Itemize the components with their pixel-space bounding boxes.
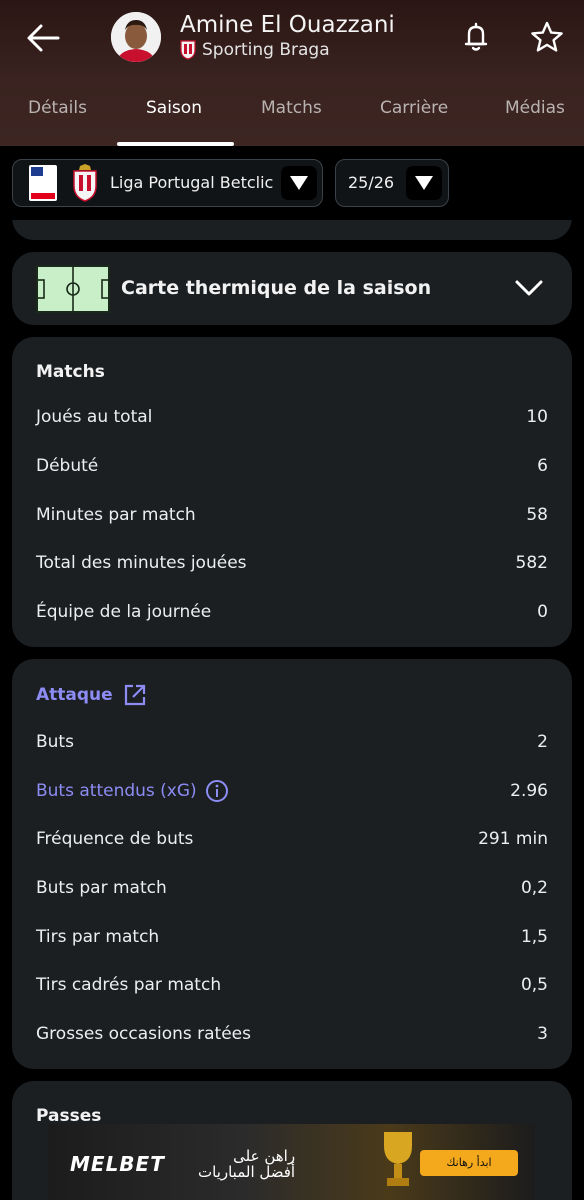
stat-value: 2.96 <box>510 781 548 801</box>
stat-value: 58 <box>526 505 548 525</box>
caret-down-icon <box>290 176 308 190</box>
passes-section-title: Passes <box>36 1106 102 1126</box>
ad-line-2: أفضل المباريات <box>198 1163 296 1181</box>
stat-label: Débuté <box>36 456 99 476</box>
pitch-icon <box>36 265 110 313</box>
stat-value: 3 <box>537 1024 548 1044</box>
attaque-card: Attaque Buts 2 Buts attendus (xG) 2.96 F… <box>12 659 572 1069</box>
heatmap-title: Carte thermique de la saison <box>121 277 432 299</box>
player-avatar <box>111 12 161 62</box>
ad-brand: MELBET <box>70 1152 165 1176</box>
club-row[interactable]: Sporting Braga <box>180 40 330 60</box>
stat-label: Équipe de la journée <box>36 602 212 622</box>
stat-label: Minutes par match <box>36 505 196 525</box>
season-select[interactable]: 25/26 <box>335 159 449 207</box>
stat-value: 291 min <box>478 829 548 849</box>
tab-saison[interactable]: Saison <box>146 98 202 118</box>
sporting-braga-crest-icon <box>73 164 97 202</box>
stat-label: Joués au total <box>36 407 153 427</box>
external-link-icon <box>124 684 145 706</box>
player-header: Amine El Ouazzani Sporting Braga Détails… <box>0 0 584 146</box>
liga-portugal-logo-icon <box>29 165 57 201</box>
stat-value: 6 <box>537 456 548 476</box>
ad-line-1: راهن على <box>233 1147 296 1165</box>
player-name: Amine El Ouazzani <box>180 12 395 38</box>
notification-bell-icon[interactable] <box>460 20 492 54</box>
tab-details[interactable]: Détails <box>28 98 87 118</box>
league-dropdown-button[interactable] <box>281 166 317 200</box>
filter-bar: Liga Portugal Betclic 25/26 <box>0 146 584 220</box>
stat-label: Fréquence de buts <box>36 829 194 849</box>
attaque-header-link[interactable]: Attaque <box>36 683 147 707</box>
season-dropdown-button[interactable] <box>406 166 442 200</box>
stat-label: Buts par match <box>36 878 167 898</box>
tab-medias[interactable]: Médias <box>505 98 565 118</box>
stat-label: Grosses occasions ratées <box>36 1024 251 1044</box>
chevron-down-icon[interactable] <box>514 278 544 298</box>
info-icon <box>205 780 228 802</box>
stat-label: Tirs cadrés par match <box>36 975 222 995</box>
ad-cta-button[interactable]: ابدأ رهانك <box>420 1150 518 1176</box>
stat-value: 0 <box>537 602 548 622</box>
trophy-icon <box>384 1132 412 1186</box>
matchs-card: Matchs Joués au total 10 Débuté 6 Minute… <box>12 337 572 647</box>
attaque-section-title: Attaque <box>36 685 113 705</box>
stat-value: 1,5 <box>520 927 548 947</box>
stat-value: 0,2 <box>520 878 548 898</box>
stat-label: Buts attendus (xG) <box>36 781 197 801</box>
club-crest-icon <box>180 40 196 60</box>
tab-matchs[interactable]: Matchs <box>261 98 322 118</box>
stat-value: 10 <box>526 407 548 427</box>
caret-down-icon <box>415 176 433 190</box>
stat-value: 2 <box>537 732 548 752</box>
tab-bar: Détails Saison Matchs Carrière Médias <box>0 84 584 146</box>
stat-value: 0,5 <box>520 975 548 995</box>
league-select[interactable]: Liga Portugal Betclic <box>12 159 323 207</box>
stat-label: Buts <box>36 732 74 752</box>
tab-carriere[interactable]: Carrière <box>380 98 448 118</box>
stat-value: 582 <box>515 553 548 573</box>
league-select-label: Liga Portugal Betclic <box>110 173 274 192</box>
season-select-label: 25/26 <box>348 173 395 192</box>
ad-banner[interactable]: MELBET راهن على أفضل المباريات ابدأ رهان… <box>48 1124 535 1200</box>
club-name: Sporting Braga <box>202 40 330 60</box>
xg-info-link[interactable]: Buts attendus (xG) <box>36 779 229 803</box>
stat-label: Tirs par match <box>36 927 160 947</box>
heatmap-card[interactable]: Carte thermique de la saison <box>12 252 572 325</box>
back-arrow-icon[interactable] <box>22 18 64 58</box>
favorite-star-icon[interactable] <box>529 20 565 54</box>
matchs-section-title: Matchs <box>36 362 105 382</box>
ad-text: راهن على أفضل المباريات <box>198 1148 295 1180</box>
stat-label: Total des minutes jouées <box>36 553 247 573</box>
